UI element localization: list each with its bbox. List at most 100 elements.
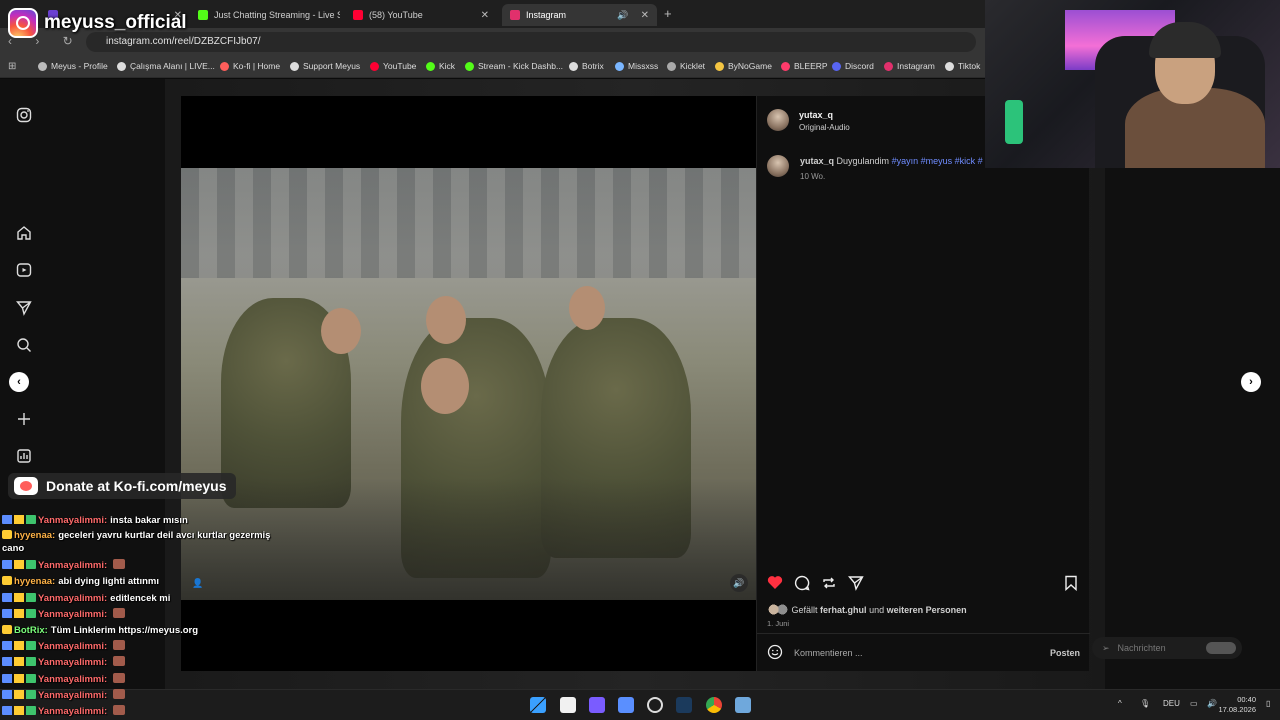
bookmark-item[interactable]: Missxss (615, 61, 658, 71)
file-icon[interactable] (560, 697, 576, 713)
chat-message: BotRix: Tüm Linklerim https://meyus.org (2, 623, 302, 639)
avatar[interactable] (767, 155, 789, 177)
share-icon[interactable] (848, 575, 864, 594)
tab-label: (58) YouTube (369, 10, 423, 20)
chat-nick[interactable]: Yanmayalimmi: (38, 609, 107, 620)
app-icon[interactable] (589, 697, 605, 713)
bookmark-item[interactable]: Instagram (884, 61, 935, 71)
post-date: 1. Juni (767, 619, 790, 628)
obs-icon[interactable] (647, 697, 663, 713)
bookmark-item[interactable]: Meyus - Profile (38, 61, 108, 71)
url-field[interactable]: instagram.com/reel/DZBZCFIJb07/ (86, 32, 976, 52)
home-icon[interactable] (16, 225, 32, 241)
create-icon[interactable] (16, 411, 32, 427)
bookmark-item[interactable]: Çalışma Alanı | LIVE... (117, 61, 215, 71)
avatar[interactable] (767, 109, 789, 131)
bookmark-item[interactable]: Discord (832, 61, 874, 71)
tab-kick[interactable]: Just Chatting Streaming - Live S ✕ (190, 4, 340, 26)
chevron-up-icon[interactable]: ^ (1118, 699, 1122, 708)
system-clock[interactable]: 00:40 17.08.2026 (1218, 695, 1256, 715)
reels-icon[interactable] (16, 262, 32, 278)
messages-button[interactable]: ➢ Nachrichten (1092, 637, 1242, 659)
chat-nick[interactable]: hyyenaa: (14, 530, 55, 541)
volume-icon[interactable]: 🔊 (1207, 699, 1217, 708)
notification-icon[interactable]: ▯ (1266, 699, 1270, 708)
chat-badges (2, 657, 36, 667)
kofi-icon (220, 61, 229, 71)
new-tab-button[interactable]: + (664, 6, 672, 21)
next-reel-button[interactable]: › (1241, 372, 1261, 392)
chat-message: Yanmayalimmi: (2, 688, 302, 704)
comment-icon[interactable] (794, 575, 810, 594)
emoji-icon[interactable] (767, 644, 783, 663)
post-comment-button[interactable]: Posten (1050, 648, 1080, 658)
bookmark-item[interactable]: Support Meyus (290, 61, 360, 71)
audio-label[interactable]: Original-Audio (799, 123, 850, 132)
chat-message: Yanmayalimmi: (2, 655, 302, 671)
youtube-icon (370, 61, 379, 71)
bookmark-item[interactable]: Stream - Kick Dashb... (465, 61, 563, 71)
send-icon: ➢ (1102, 642, 1110, 653)
bookmark-icon (569, 61, 578, 71)
chat-message: Yanmayalimmi: insta bakar mısın (2, 513, 302, 529)
search-icon[interactable] (16, 337, 32, 353)
post-author[interactable]: yutax_q (799, 110, 833, 120)
chat-badge (2, 576, 12, 586)
network-icon[interactable]: ▭ (1190, 699, 1198, 708)
caption-user[interactable]: yutax_q (800, 156, 834, 166)
insights-icon[interactable] (16, 448, 32, 464)
chat-nick[interactable]: Yanmayalimmi: (38, 515, 107, 526)
chat-nick[interactable]: Yanmayalimmi: (38, 657, 107, 668)
instagram-icon[interactable] (16, 107, 32, 123)
app-icon[interactable] (735, 697, 751, 713)
chat-nick[interactable]: Yanmayalimmi: (38, 674, 107, 685)
kick-icon (426, 61, 435, 71)
steam-icon[interactable] (676, 697, 692, 713)
close-icon[interactable]: ✕ (641, 10, 649, 21)
app-icon[interactable] (618, 697, 634, 713)
likes-others[interactable]: weiteren Personen (887, 605, 967, 615)
bookmark-item[interactable]: Kick (426, 61, 455, 71)
likes-user[interactable]: ferhat.ghul (820, 605, 867, 615)
caption-hashtags[interactable]: #yayın #meyus #kick # (892, 156, 983, 166)
chat-nick[interactable]: Yanmayalimmi: (38, 706, 107, 717)
chat-nick[interactable]: Yanmayalimmi: (38, 641, 107, 652)
chat-badges (2, 706, 36, 716)
chat-badges (2, 515, 36, 524)
chat-nick[interactable]: BotRix: (14, 625, 48, 636)
chat-nick[interactable]: Yanmayalimmi: (38, 593, 107, 604)
instagram-icon (510, 10, 520, 20)
bookmark-item[interactable]: Ko-fi | Home (220, 61, 280, 71)
chat-nick[interactable]: Yanmayalimmi: (38, 690, 107, 701)
bookmark-item[interactable]: ByNoGame (715, 61, 772, 71)
repost-icon[interactable] (821, 575, 837, 594)
start-icon[interactable] (530, 697, 546, 713)
chrome-icon[interactable] (706, 697, 722, 713)
kick-icon (465, 61, 474, 71)
chat-emote (113, 607, 126, 618)
language-indicator[interactable]: DEU (1163, 699, 1180, 708)
tab-label: Instagram (526, 10, 567, 20)
chat-nick[interactable]: hyyenaa: (14, 576, 55, 587)
bookmark-item[interactable]: Kicklet (667, 61, 705, 71)
chat-text: Tüm Linklerim https://meyus.org (50, 625, 199, 637)
send-icon[interactable] (16, 300, 32, 316)
speaker-icon[interactable]: 🔊 (617, 10, 628, 21)
bookmark-item[interactable]: BLEERP (781, 61, 828, 71)
apps-icon[interactable]: ⊞ (8, 61, 16, 72)
close-icon[interactable]: ✕ (481, 10, 489, 21)
volume-icon[interactable]: 🔊 (730, 574, 748, 592)
bookmark-item[interactable]: YouTube (370, 61, 416, 71)
bookmark-item[interactable]: Tiktok (945, 61, 980, 71)
comment-input[interactable]: Kommentieren ... (794, 648, 863, 658)
bookmark-icon[interactable] (1064, 575, 1078, 594)
tab-youtube[interactable]: (58) YouTube ✕ (345, 4, 497, 26)
likes-summary: Gefällt ferhat.ghul und weiteren Persone… (767, 604, 967, 615)
bookmark-item[interactable]: Botrix (569, 61, 604, 71)
heart-icon[interactable] (767, 575, 783, 593)
previous-reel-button[interactable]: ‹ (9, 372, 29, 392)
tab-instagram[interactable]: Instagram 🔊 ✕ (502, 4, 657, 26)
chat-nick[interactable]: Yanmayalimmi: (38, 560, 107, 571)
microphone-icon[interactable]: 🎙 (1140, 699, 1150, 708)
video-figure (426, 296, 466, 344)
